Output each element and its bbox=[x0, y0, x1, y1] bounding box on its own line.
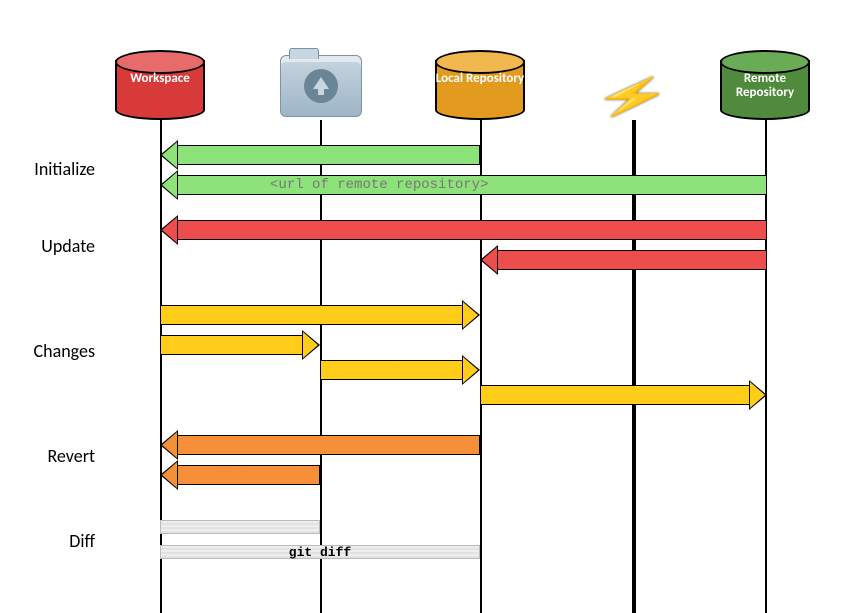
arrow-git-pull: git pull bbox=[160, 220, 767, 240]
cmd-git-commit: git commit bbox=[329, 362, 413, 378]
arrow-git-commit-a: git commit -a bbox=[160, 305, 480, 325]
git-flow-diagram: Workspace Local Repository ⚡ Remote Repo… bbox=[100, 50, 800, 580]
upload-icon bbox=[304, 69, 338, 103]
arrow-git-clone: git clone <url of remote repository> bbox=[160, 175, 767, 195]
section-update: Update bbox=[20, 235, 95, 257]
section-diff: Diff bbox=[20, 530, 95, 552]
cmd-git-push: git push bbox=[489, 387, 556, 403]
index-folder-icon bbox=[280, 55, 362, 117]
local-repo-label: Local Repository bbox=[435, 72, 525, 86]
cmd-git-add: git add bbox=[169, 337, 228, 353]
workspace-label: Workspace bbox=[115, 72, 205, 86]
local-repo-cylinder: Local Repository bbox=[435, 50, 525, 120]
arrow-git-push: git push bbox=[480, 385, 767, 405]
bar-git-diff: git diff bbox=[160, 545, 480, 559]
section-revert: Revert bbox=[20, 445, 95, 467]
arrow-git-commit: git commit bbox=[320, 360, 480, 380]
section-changes: Changes bbox=[20, 340, 95, 362]
remote-repo-cylinder: Remote Repository bbox=[720, 50, 810, 120]
arrow-git-checkout-head: git checkout head bbox=[160, 435, 480, 455]
cmd-git-init: git init bbox=[186, 147, 253, 163]
arrow-git-add: git add bbox=[160, 335, 320, 355]
network-bolt-icon: ⚡ bbox=[592, 75, 673, 119]
cmd-git-clone-arg: <url of remote repository> bbox=[270, 177, 488, 193]
workspace-cylinder: Workspace bbox=[115, 50, 205, 120]
cmd-git-clone: git clone bbox=[186, 177, 262, 193]
arrow-git-init: git init bbox=[160, 145, 480, 165]
cmd-git-checkout: git checkout bbox=[186, 468, 272, 482]
cmd-git-pull: git pull bbox=[186, 222, 253, 238]
bar-diff-index bbox=[160, 520, 320, 534]
cmd-git-commit-a: git commit -a bbox=[169, 307, 278, 323]
section-initialize: Initialize bbox=[20, 158, 95, 180]
arrow-git-fetch: git fetch bbox=[480, 250, 767, 270]
arrow-git-checkout: git checkout bbox=[160, 465, 320, 485]
remote-repo-label: Remote Repository bbox=[720, 72, 810, 100]
cmd-git-checkout-head: git checkout head bbox=[186, 437, 329, 453]
cmd-git-fetch: git fetch bbox=[506, 252, 582, 268]
cmd-git-diff: git diff bbox=[289, 545, 351, 560]
